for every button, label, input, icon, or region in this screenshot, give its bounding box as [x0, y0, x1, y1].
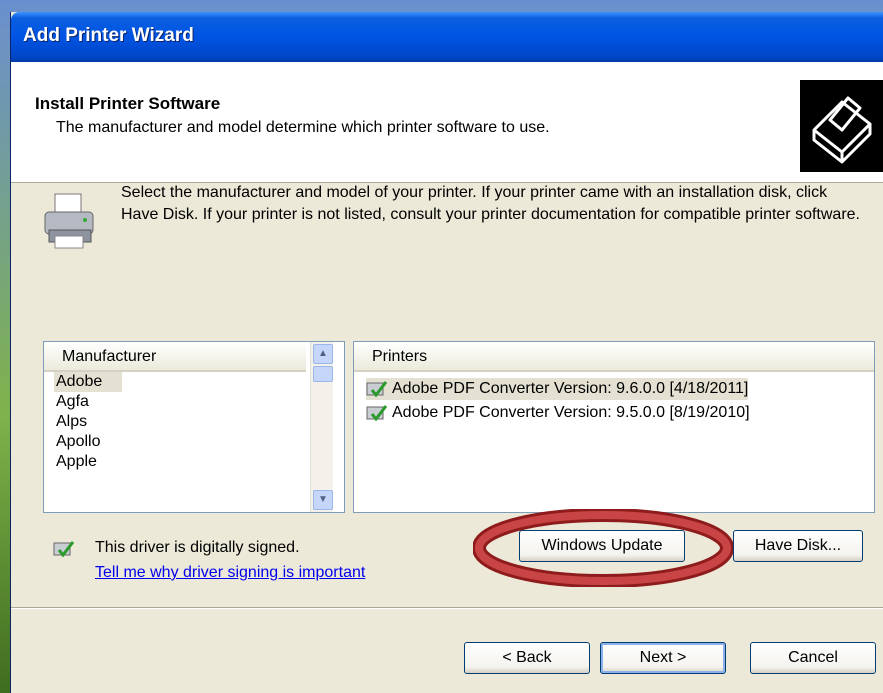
printer-model-label: Adobe PDF Converter Version: 9.6.0.0 [4/… [392, 380, 749, 397]
scroll-down-icon[interactable]: ▼ [313, 490, 333, 510]
manufacturer-column-header[interactable]: Manufacturer [44, 342, 306, 372]
printers-header-label: Printers [372, 348, 428, 365]
wizard-header: Install Printer Software The manufacture… [11, 62, 883, 183]
back-button[interactable]: < Back [464, 642, 590, 674]
cancel-button[interactable]: Cancel [750, 642, 876, 674]
signed-driver-icon [366, 404, 388, 422]
wizard-printer-icon [800, 80, 883, 172]
windows-update-button[interactable]: Windows Update [519, 530, 685, 562]
printer-model-label: Adobe PDF Converter Version: 9.5.0.0 [8/… [392, 404, 750, 421]
manufacturer-header-label: Manufacturer [62, 348, 157, 365]
list-item[interactable]: Apple [54, 452, 306, 472]
have-disk-button[interactable]: Have Disk... [733, 530, 863, 562]
next-button[interactable]: Next > [600, 642, 726, 674]
list-item[interactable]: Adobe [54, 372, 122, 392]
divider [11, 607, 883, 609]
list-item[interactable]: Adobe PDF Converter Version: 9.5.0.0 [8/… [366, 402, 750, 424]
signed-driver-icon [53, 541, 75, 558]
manufacturer-items: Adobe Agfa Alps Apollo Apple [54, 372, 306, 472]
list-item[interactable]: Alps [54, 412, 306, 432]
printers-list[interactable]: Printers Adobe PDF Converter Version: 9.… [353, 341, 875, 513]
window-title: Add Printer Wizard [23, 25, 194, 46]
driver-signing-link[interactable]: Tell me why driver signing is important [95, 564, 365, 582]
list-item[interactable]: Adobe PDF Converter Version: 9.6.0.0 [4/… [366, 378, 749, 400]
instructions-text: Select the manufacturer and model of you… [121, 184, 860, 223]
signing-status: This driver is digitally signed. [95, 539, 300, 556]
wizard-window: Add Printer Wizard Install Printer Softw… [10, 12, 883, 693]
header-subtitle: The manufacturer and model determine whi… [56, 119, 550, 136]
manufacturer-scrollbar[interactable]: ▲ ▼ [310, 342, 333, 512]
scroll-thumb[interactable] [313, 366, 333, 382]
signed-driver-icon [366, 380, 388, 398]
list-item[interactable]: Agfa [54, 392, 306, 412]
title-bar[interactable]: Add Printer Wizard [11, 12, 883, 62]
header-title: Install Printer Software [35, 94, 221, 113]
printers-column-header[interactable]: Printers [354, 342, 874, 372]
manufacturer-list[interactable]: Manufacturer Adobe Agfa Alps Apollo Appl… [43, 341, 345, 513]
scroll-up-icon[interactable]: ▲ [313, 344, 333, 364]
printer-icon [41, 192, 99, 250]
list-item[interactable]: Apollo [54, 432, 306, 452]
